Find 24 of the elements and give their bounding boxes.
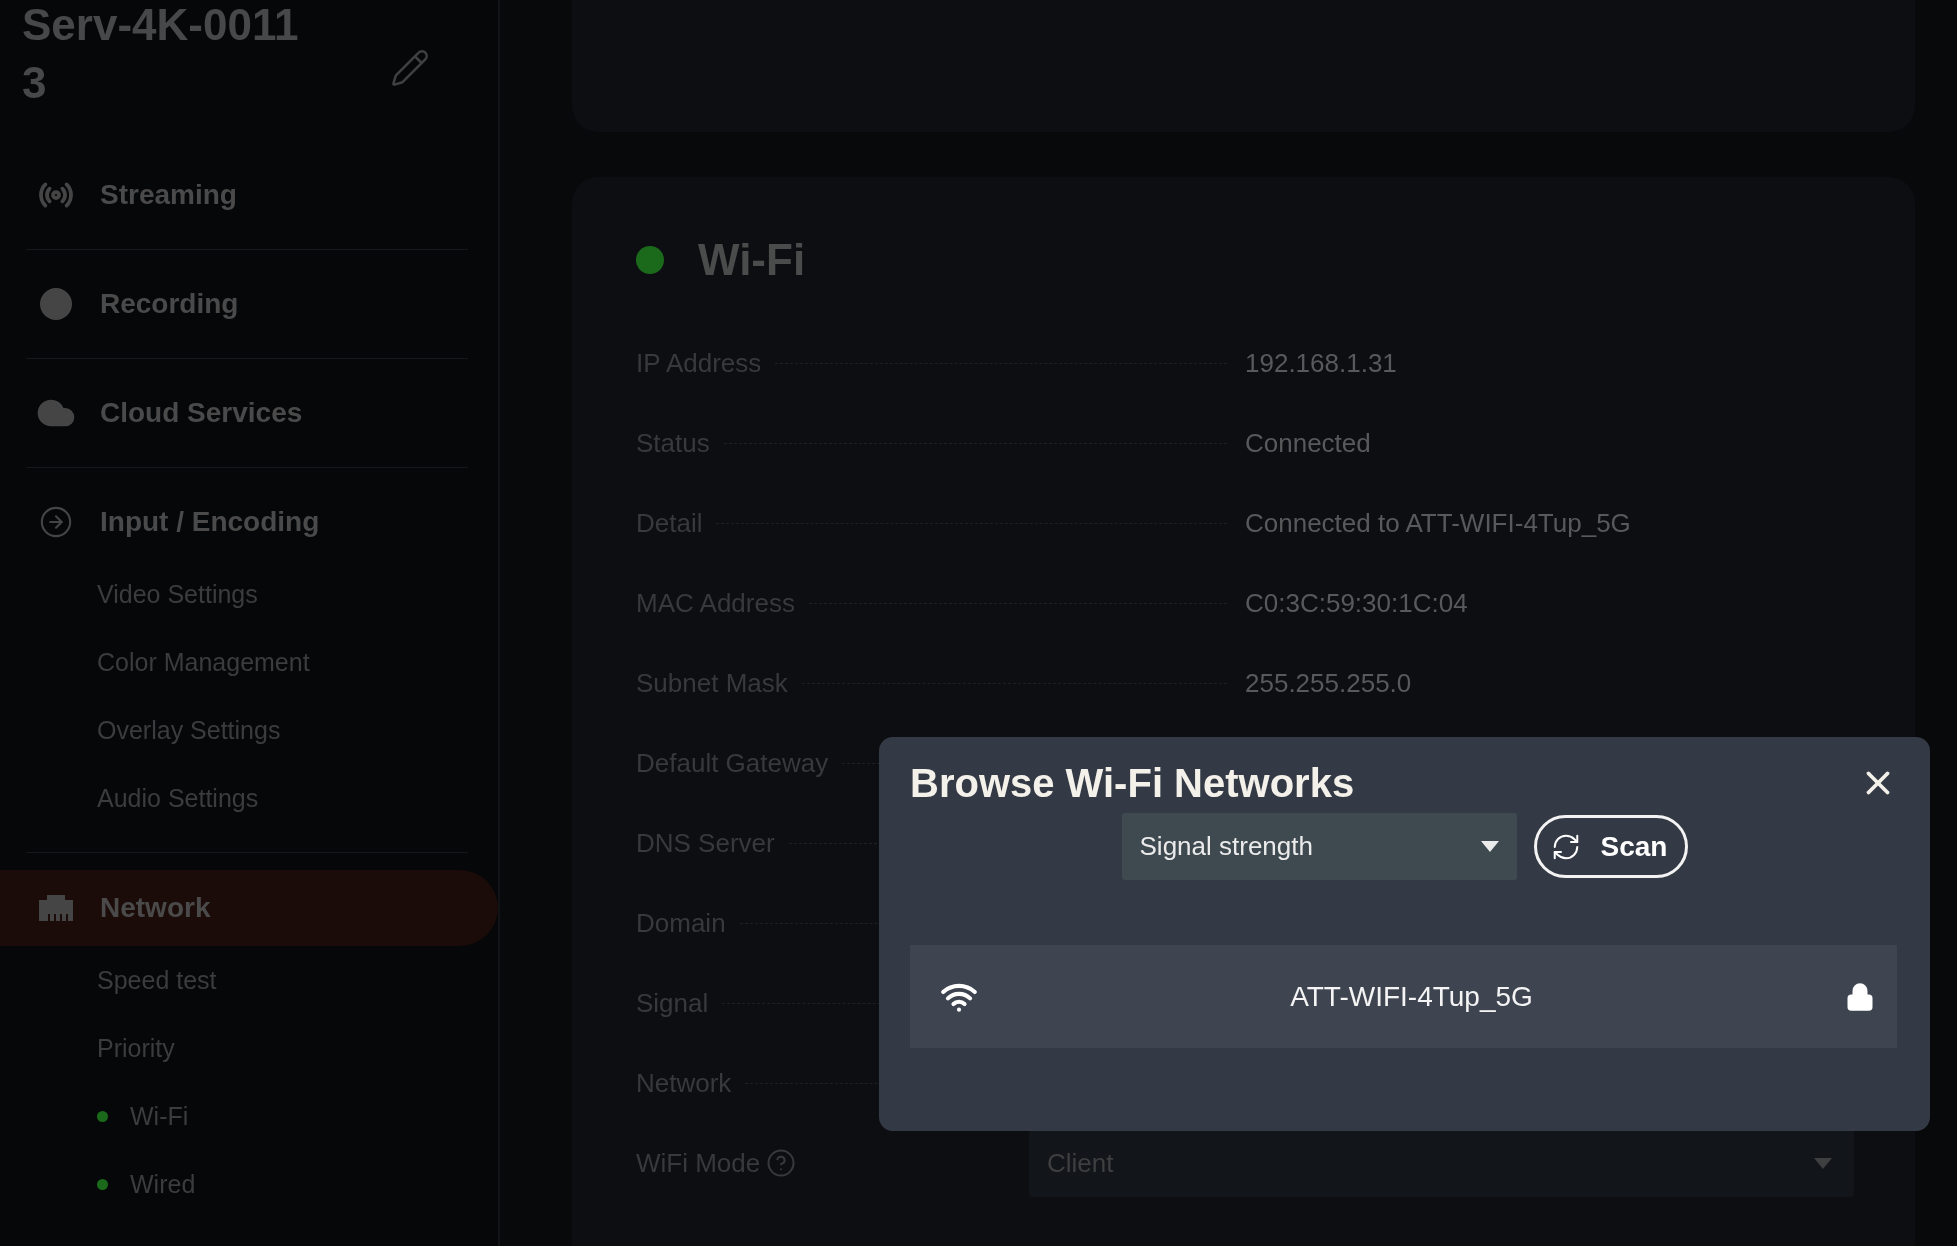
circle-icon — [40, 288, 72, 320]
nav-item[interactable]: Recording — [0, 250, 498, 358]
nav-item[interactable]: Input / Encoding — [0, 468, 498, 576]
nav-item-selected[interactable]: Network — [0, 870, 498, 946]
caret-icon — [1480, 841, 1499, 852]
field-value: Connected to ATT-WIFI-4Tup_5G — [1245, 507, 1632, 539]
nav-item[interactable]: Streaming — [0, 141, 498, 249]
ethernet-port-icon — [39, 895, 73, 921]
help-icon[interactable] — [766, 1148, 797, 1178]
device-name: Serv-4K-00113 — [22, 0, 300, 109]
dialog-title: Browse Wi-Fi Networks — [910, 760, 1355, 806]
field-value: 192.168.1.31 — [1245, 347, 1398, 379]
field-value: C0:3C:59:30:1C:04 — [1245, 587, 1469, 619]
card-title: Wi-Fi — [698, 235, 806, 285]
field-value: 255.255.255.0 — [1245, 667, 1413, 699]
sort-dropdown[interactable]: Signal strength — [1121, 813, 1517, 880]
pencil-icon — [390, 48, 430, 88]
scan-button[interactable]: Scan — [1533, 815, 1689, 878]
caret-icon — [1814, 1157, 1832, 1169]
edit-button[interactable] — [390, 48, 430, 88]
nav-item[interactable]: Cloud Services — [0, 359, 498, 467]
field-value: Connected — [1245, 427, 1372, 459]
arrow-circle-icon — [39, 505, 73, 539]
network-item[interactable]: ATT-WIFI-4Tup_5G — [910, 945, 1897, 1048]
